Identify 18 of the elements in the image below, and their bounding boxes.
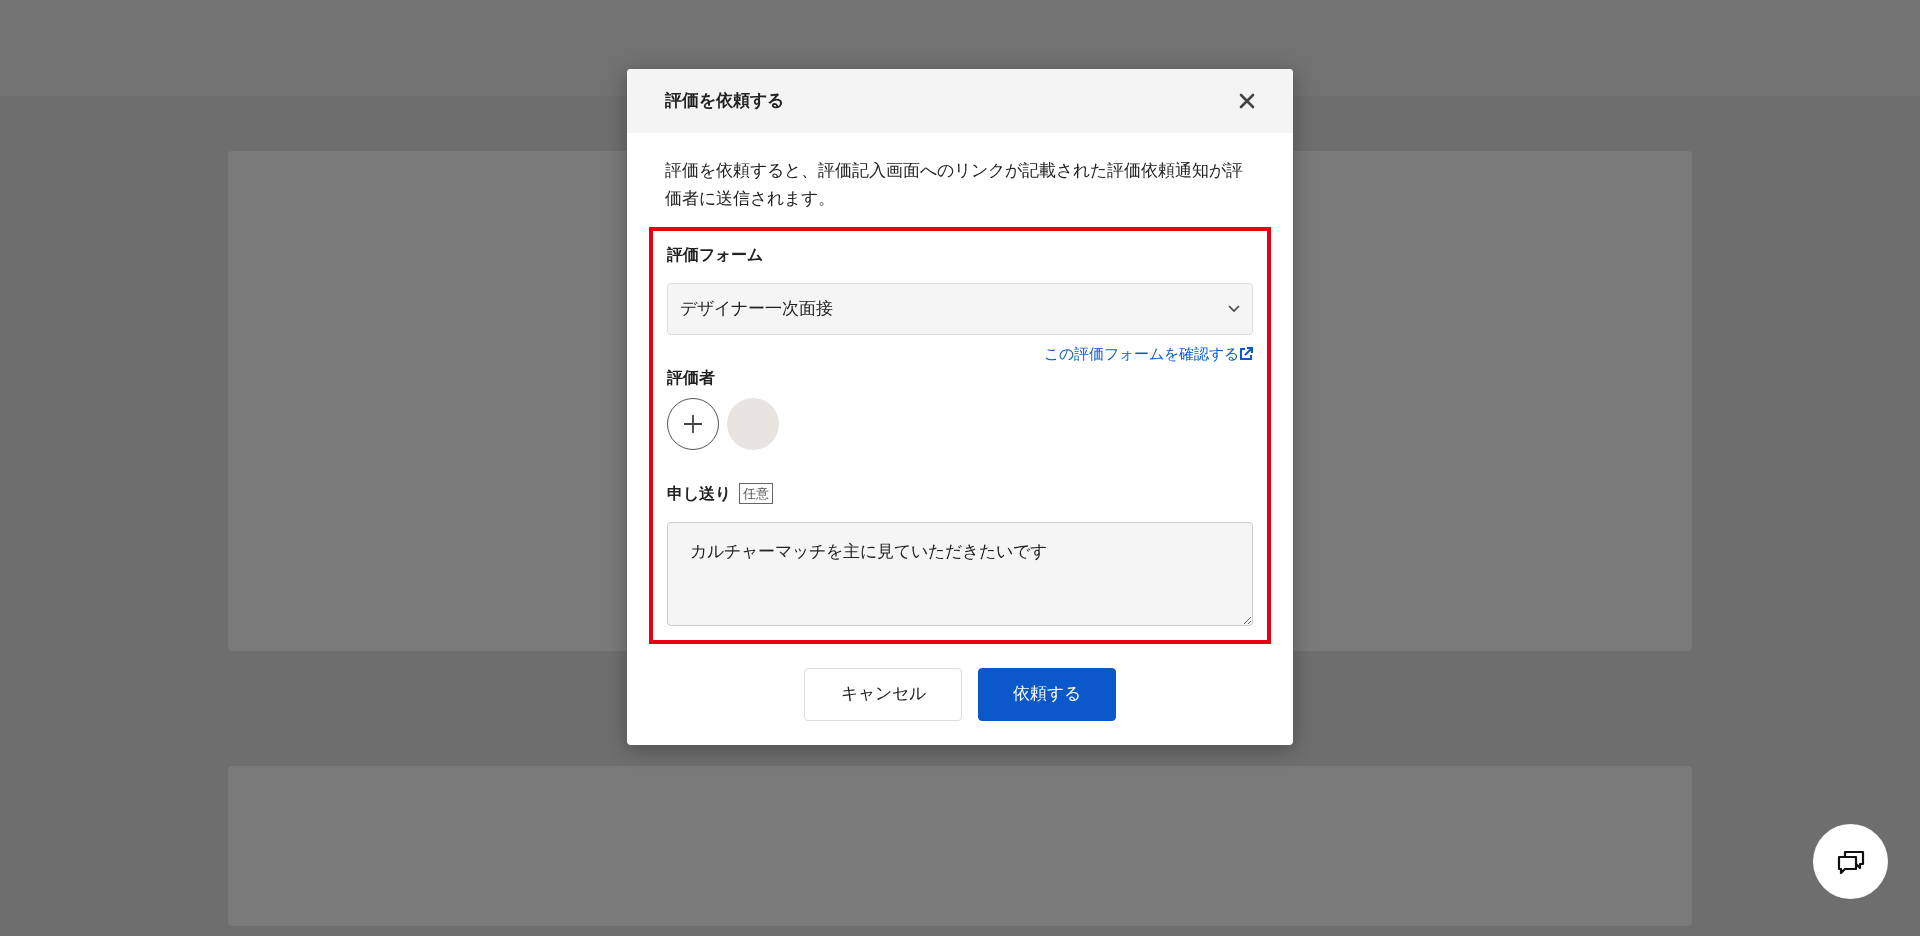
optional-tag: 任意 — [739, 482, 773, 505]
modal-title: 評価を依頼する — [665, 89, 784, 113]
close-icon — [1239, 93, 1255, 109]
reviewers-label: 評価者 — [667, 366, 716, 389]
description-text: 評価を依頼すると、評価記入画面へのリンクが記載された評価依頼通知が評価者に送信されます。 — [664, 160, 1244, 211]
cancel-button[interactable]: キャンセル — [804, 667, 962, 721]
chevron-down-icon — [1228, 305, 1240, 314]
add-reviewer-button[interactable] — [667, 397, 719, 450]
plus-icon — [683, 413, 703, 434]
select-value: デザイナー一次面接 — [680, 297, 833, 321]
note-textarea[interactable]: カルチャーマッチを主に見ていただきたいです — [667, 521, 1253, 626]
note-label: 申し送り — [667, 482, 731, 505]
select-field[interactable]: デザイナー一次面接 — [667, 283, 1253, 336]
external-link-icon — [1239, 347, 1253, 362]
field-label: 評価フォーム — [667, 244, 764, 267]
form-link[interactable]: この評価フォームを確認する — [1044, 343, 1253, 366]
request-button[interactable]: 依頼する — [978, 667, 1116, 721]
close-button[interactable] — [1239, 93, 1255, 109]
